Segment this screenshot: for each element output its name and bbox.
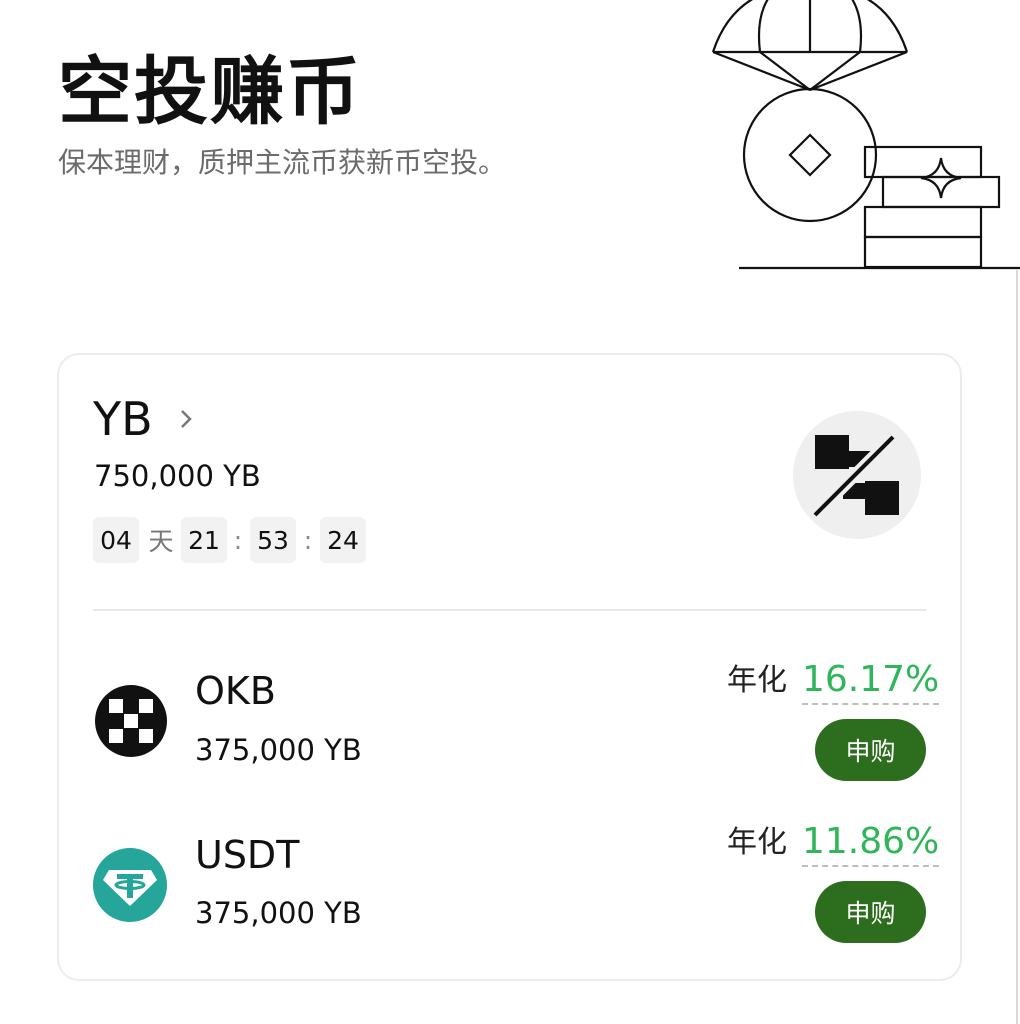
yb-project-logo-icon [793,411,921,539]
pool-reward-amount: 375,000 YB [195,896,362,930]
pool-token-name: OKB [195,669,276,713]
page-title: 空投赚币 [58,49,362,135]
scroll-edge [1016,270,1018,1024]
project-total-reward: 750,000 YB [94,459,261,493]
okb-logo-icon [95,685,167,757]
subscribe-button[interactable]: 申购 [815,719,926,781]
countdown-separator: : [233,525,243,555]
countdown-separator: : [303,525,313,555]
page-subtitle: 保本理财，质押主流币获新币空投。 [58,146,507,179]
subscribe-button[interactable]: 申购 [815,881,926,943]
chevron-right-icon[interactable] [176,405,198,433]
countdown-days: 04 [93,517,139,563]
apy-label: 年化 [727,663,787,698]
pool-token-name: USDT [195,833,300,877]
project-name[interactable]: YB [93,392,153,447]
countdown-minutes: 53 [250,517,296,563]
apy-value[interactable]: 16.17% [802,658,940,706]
countdown-days-unit: 天 [148,527,174,556]
airdrop-illustration-icon [711,0,1020,270]
usdt-logo-icon [93,848,167,922]
card-divider [93,609,926,611]
apy-value[interactable]: 11.86% [802,820,940,868]
apy-label: 年化 [727,825,787,860]
countdown-seconds: 24 [320,517,366,563]
countdown-hours: 21 [181,517,227,563]
pool-reward-amount: 375,000 YB [195,733,362,767]
